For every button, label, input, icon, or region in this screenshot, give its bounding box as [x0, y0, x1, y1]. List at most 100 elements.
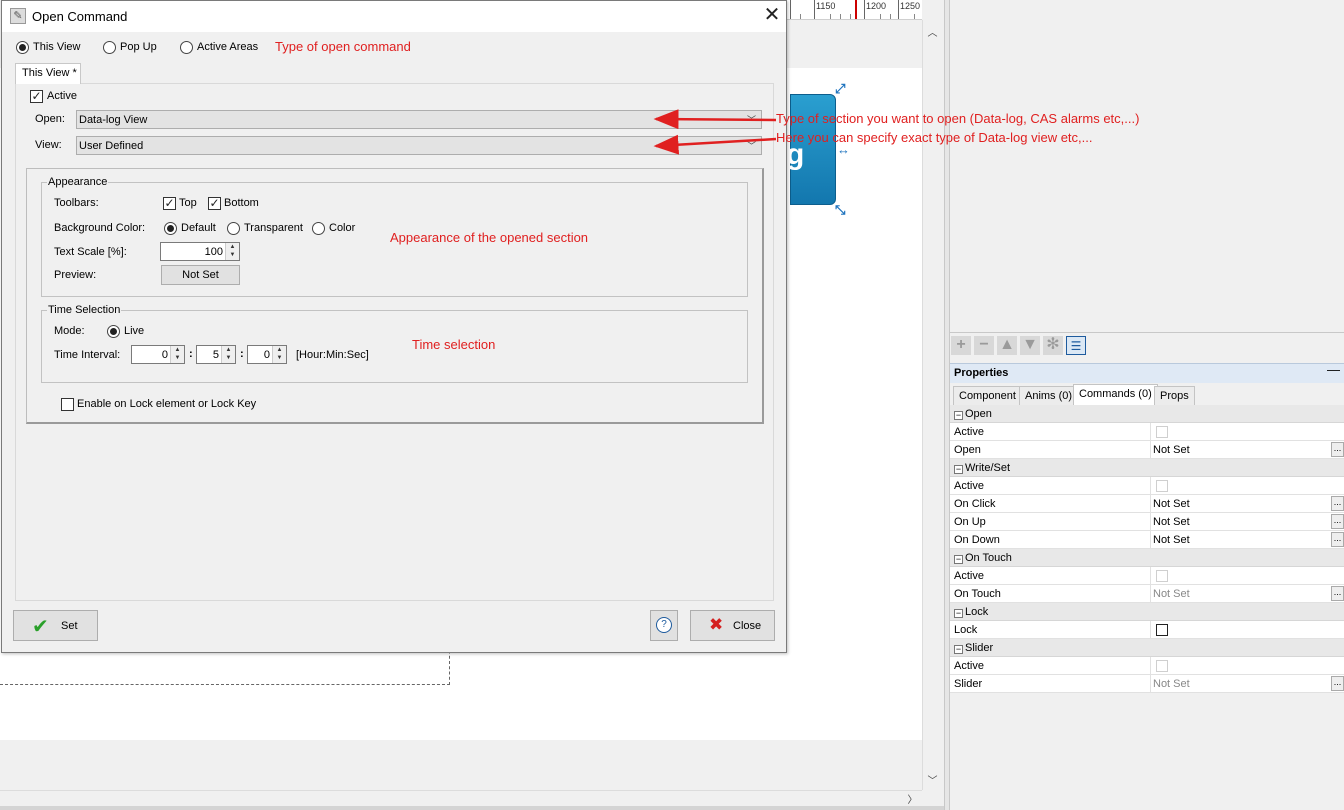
- property-value[interactable]: Not Set...: [1150, 513, 1344, 531]
- annotation-command-type: Type of open command: [275, 39, 411, 54]
- move-down-icon[interactable]: ▼: [1020, 336, 1040, 355]
- mode-label: Mode:: [54, 325, 85, 337]
- radio-pop-up[interactable]: [103, 41, 116, 54]
- property-category[interactable]: − Lock: [950, 603, 1344, 621]
- view-type-select[interactable]: User Defined ﹀: [76, 136, 762, 155]
- property-value[interactable]: Not Set...: [1150, 585, 1344, 603]
- property-value[interactable]: Not Set...: [1150, 675, 1344, 693]
- spinner-arrows-icon[interactable]: ▲ ▼: [272, 346, 286, 363]
- move-up-icon[interactable]: ▲: [997, 336, 1017, 355]
- help-button[interactable]: ?: [650, 610, 678, 641]
- property-name: − Lock: [954, 606, 988, 618]
- time-separator: :: [189, 348, 193, 360]
- property-value[interactable]: [1150, 567, 1344, 585]
- hours-spinner[interactable]: 0 ▲ ▼: [131, 345, 185, 364]
- property-value[interactable]: [1150, 621, 1344, 639]
- property-value[interactable]: [1150, 657, 1344, 675]
- add-icon[interactable]: +: [951, 336, 971, 355]
- lock-enable-label: Enable on Lock element or Lock Key: [77, 398, 257, 410]
- ellipsis-button[interactable]: ...: [1331, 514, 1344, 529]
- ellipsis-button[interactable]: ...: [1331, 442, 1344, 457]
- list-view-icon[interactable]: ☰: [1066, 336, 1086, 355]
- property-category[interactable]: − Slider: [950, 639, 1344, 657]
- tab-anims[interactable]: Anims (0): [1019, 386, 1079, 405]
- resize-handle-bottom-right-icon[interactable]: ⤡: [835, 203, 845, 216]
- ellipsis-button[interactable]: ...: [1331, 532, 1344, 547]
- radio-mode-live[interactable]: [107, 325, 120, 338]
- dialog-titlebar[interactable]: ✎ Open Command ✕: [2, 1, 786, 32]
- tab-this-view[interactable]: This View *: [15, 63, 81, 84]
- close-button[interactable]: ✖ Close: [690, 610, 775, 641]
- spinner-arrows-icon[interactable]: ▲ ▼: [170, 346, 184, 363]
- property-name-text: On Up: [954, 516, 986, 528]
- property-value-text: Not Set: [1153, 678, 1190, 690]
- property-value-text: Not Set: [1153, 588, 1190, 600]
- resize-handle-top-right-icon[interactable]: ⤢: [835, 82, 845, 95]
- property-checkbox[interactable]: [1156, 426, 1168, 438]
- remove-icon[interactable]: −: [974, 336, 994, 355]
- ellipsis-button[interactable]: ...: [1331, 496, 1344, 511]
- spinner-arrows-icon[interactable]: ▲ ▼: [225, 243, 239, 260]
- property-checkbox[interactable]: [1156, 480, 1168, 492]
- ellipsis-button[interactable]: ...: [1331, 586, 1344, 601]
- property-row: Active: [950, 567, 1344, 585]
- settings-gear-icon[interactable]: ✻: [1043, 336, 1063, 355]
- checkmark-icon: ✔: [32, 616, 49, 638]
- radio-bg-default[interactable]: [164, 222, 177, 235]
- collapse-box-icon[interactable]: −: [954, 465, 963, 474]
- property-name: Active: [954, 660, 984, 672]
- radio-active-areas[interactable]: [180, 41, 193, 54]
- properties-tabs: Component Anims (0) Commands (0) Props: [950, 383, 1344, 405]
- property-name: On Down: [954, 534, 1000, 546]
- property-category[interactable]: − Open: [950, 405, 1344, 423]
- collapse-box-icon[interactable]: −: [954, 411, 963, 420]
- lock-enable-checkbox[interactable]: [61, 398, 74, 411]
- property-checkbox[interactable]: [1156, 624, 1168, 636]
- minutes-spinner[interactable]: 5 ▲ ▼: [196, 345, 236, 364]
- active-checkbox[interactable]: ✓: [30, 90, 43, 103]
- preview-button[interactable]: Not Set: [161, 265, 240, 285]
- time-interval-label: Time Interval:: [54, 349, 121, 361]
- tab-component[interactable]: Component: [953, 386, 1022, 405]
- annotation-time-selection: Time selection: [412, 337, 496, 352]
- close-icon[interactable]: ✕: [760, 5, 784, 27]
- ruler-label-1250: 1250: [900, 1, 921, 11]
- property-value[interactable]: Not Set...: [1150, 531, 1344, 549]
- radio-bg-transparent[interactable]: [227, 222, 240, 235]
- toolbar-top-checkbox[interactable]: ✓: [163, 197, 176, 210]
- collapse-icon[interactable]: —: [1327, 362, 1340, 377]
- radio-this-view[interactable]: [16, 41, 29, 54]
- tab-props[interactable]: Props: [1154, 386, 1195, 405]
- property-category[interactable]: − Write/Set: [950, 459, 1344, 477]
- ruler-label-1150: 1150: [816, 1, 836, 11]
- seconds-spinner[interactable]: 0 ▲ ▼: [247, 345, 287, 364]
- property-checkbox[interactable]: [1156, 570, 1168, 582]
- horizontal-scrollbar[interactable]: 〉: [0, 790, 922, 806]
- text-scale-spinner[interactable]: 100 ▲ ▼: [160, 242, 240, 261]
- property-checkbox[interactable]: [1156, 660, 1168, 672]
- open-section-select[interactable]: Data-log View ﹀: [76, 110, 762, 129]
- collapse-box-icon[interactable]: −: [954, 609, 963, 618]
- property-name: − Slider: [954, 642, 993, 654]
- set-button[interactable]: ✔ Set: [13, 610, 98, 641]
- property-value[interactable]: [1150, 423, 1344, 441]
- property-row: Active: [950, 423, 1344, 441]
- radio-bg-default-label: Default: [181, 222, 216, 234]
- ruler-label-1200: 1200: [866, 1, 887, 11]
- property-name: − On Touch: [954, 552, 1012, 564]
- toolbar-bottom-checkbox[interactable]: ✓: [208, 197, 221, 210]
- scroll-up-icon[interactable]: ︿: [923, 24, 942, 39]
- property-value[interactable]: Not Set...: [1150, 441, 1344, 459]
- property-value[interactable]: Not Set...: [1150, 495, 1344, 513]
- tab-commands[interactable]: Commands (0): [1073, 384, 1158, 405]
- ellipsis-button[interactable]: ...: [1331, 676, 1344, 691]
- preview-label: Preview:: [54, 269, 97, 281]
- scroll-down-icon[interactable]: ﹀: [923, 772, 942, 787]
- collapse-box-icon[interactable]: −: [954, 645, 963, 654]
- collapse-box-icon[interactable]: −: [954, 555, 963, 564]
- scroll-right-icon[interactable]: 〉: [903, 791, 922, 806]
- property-value[interactable]: [1150, 477, 1344, 495]
- property-category[interactable]: − On Touch: [950, 549, 1344, 567]
- radio-bg-color[interactable]: [312, 222, 325, 235]
- spinner-arrows-icon[interactable]: ▲ ▼: [221, 346, 235, 363]
